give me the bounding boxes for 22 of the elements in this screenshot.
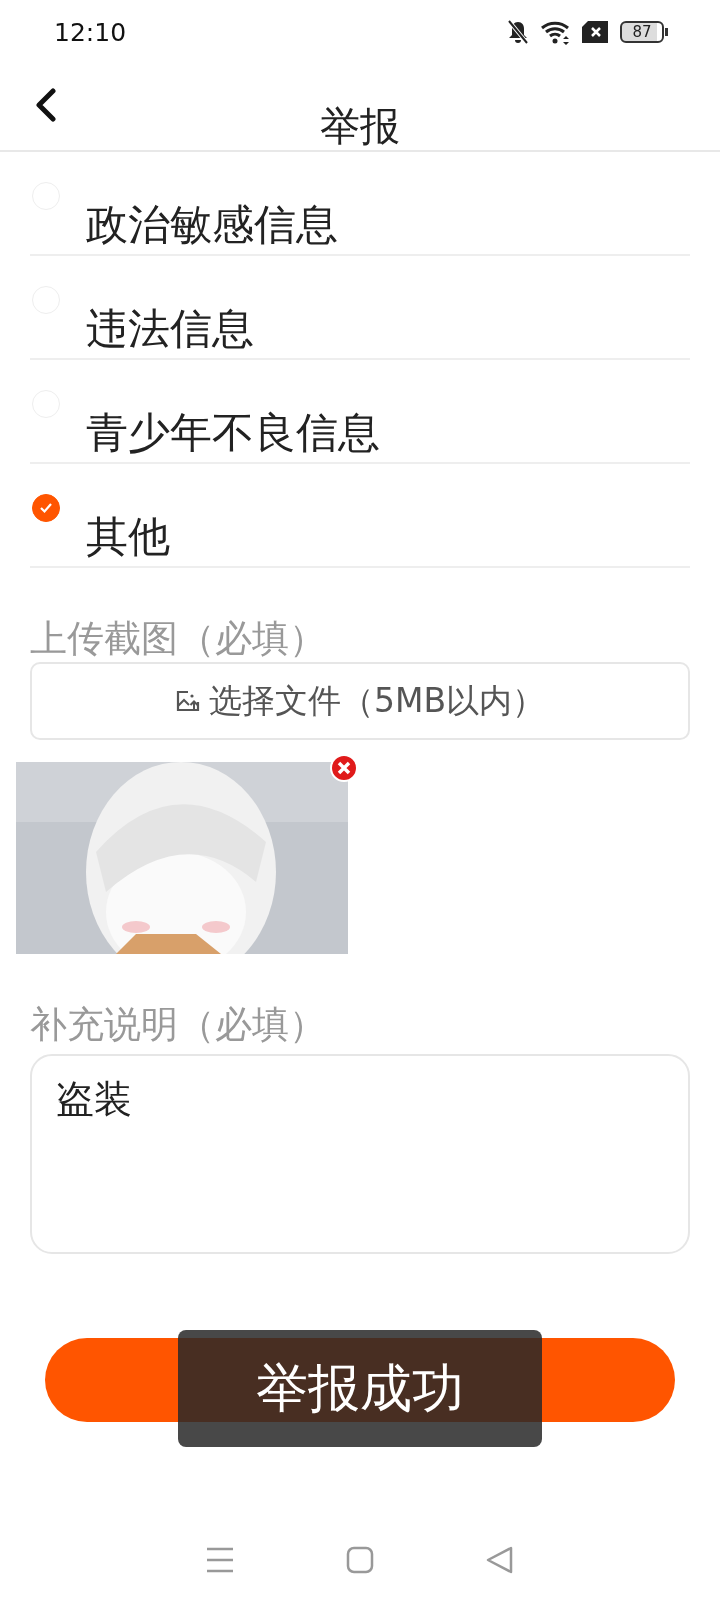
description-field[interactable]: 盗装 — [30, 1054, 690, 1254]
choose-file-button[interactable]: 选择文件（5MB以内） — [30, 662, 690, 740]
back-nav-icon[interactable] — [485, 1545, 515, 1575]
radio-button[interactable] — [32, 494, 60, 522]
section-label: 补充说明（必填） — [30, 1002, 327, 1048]
section-label: 上传截图（必填） — [30, 616, 327, 662]
option-label[interactable]: 青少年不良信息 — [86, 408, 380, 462]
status-time: 12:10 — [54, 17, 127, 47]
option-label[interactable]: 政治敏感信息 — [86, 200, 338, 254]
bell-off-icon — [506, 19, 530, 45]
check-icon — [39, 502, 53, 514]
back-icon[interactable] — [34, 88, 58, 122]
success-toast: 举报成功 — [178, 1330, 542, 1447]
image-upload-icon — [174, 689, 201, 713]
wifi-icon — [540, 19, 572, 45]
menu-icon[interactable] — [205, 1545, 235, 1575]
delete-icon[interactable] — [330, 754, 358, 782]
page-title: 举报 — [319, 104, 401, 148]
option-label[interactable]: 其他 — [86, 512, 170, 566]
option-label[interactable]: 违法信息 — [86, 304, 254, 358]
sim-card-icon — [582, 21, 610, 43]
home-icon[interactable] — [345, 1545, 375, 1575]
